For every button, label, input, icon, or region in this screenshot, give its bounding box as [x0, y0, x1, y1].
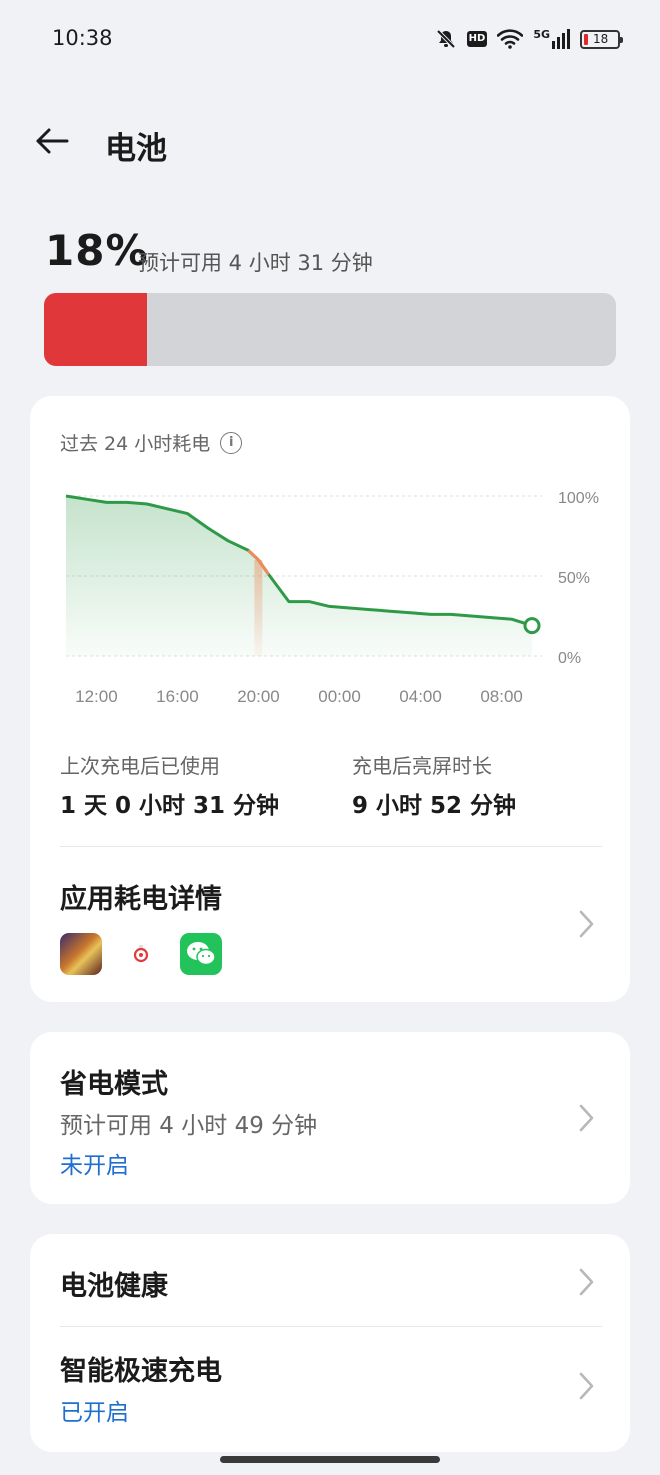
chevron-right-icon — [579, 1104, 594, 1132]
header: 电池 — [0, 105, 660, 175]
back-button[interactable] — [30, 119, 74, 163]
chevron-right-icon — [579, 910, 594, 938]
y-tick-label: 50% — [558, 570, 590, 587]
power-saving-status: 未开启 — [60, 1153, 129, 1179]
last-charge-label: 上次充电后已使用 — [60, 754, 220, 778]
status-icons: HD 5G 18 — [435, 24, 623, 54]
battery-level-fill — [44, 293, 147, 366]
usage-card: 过去 24 小时耗电 i 100% 50% 0% 12:00 16:00 20:00 00:… — [30, 396, 630, 1002]
status-time: 10:38 — [52, 26, 113, 50]
battery-percent: 18% — [45, 226, 149, 275]
x-tick-label: 12:00 — [75, 687, 118, 706]
y-tick-label: 0% — [558, 650, 581, 667]
battery-level-bar — [44, 293, 616, 366]
app-icon-list — [60, 933, 222, 975]
back-arrow-icon — [36, 128, 69, 154]
battery-health-title: 电池健康 — [60, 1271, 168, 1302]
game-app-icon — [60, 933, 102, 975]
power-saving-title: 省电模式 — [60, 1069, 168, 1100]
fast-charge-status: 已开启 — [60, 1400, 129, 1426]
screen-on-label: 充电后亮屏时长 — [352, 754, 492, 778]
power-saving-row[interactable]: 省电模式 预计可用 4 小时 49 分钟 未开启 — [30, 1032, 630, 1204]
battery-icon: 18 — [580, 29, 623, 49]
last-charge-value: 1 天 0 小时 31 分钟 — [60, 793, 280, 819]
chart-current-point — [523, 617, 541, 635]
wifi-icon — [497, 29, 524, 49]
page-title: 电池 — [105, 131, 167, 167]
app-usage-row[interactable]: 应用耗电详情 — [30, 847, 630, 997]
y-tick-label: 100% — [558, 490, 599, 507]
wechat-app-icon — [180, 933, 222, 975]
chart-highlight-band — [254, 560, 263, 656]
5g-signal-icon: 5G — [533, 29, 570, 49]
status-bar: 10:38 HD 5G 18 — [0, 0, 660, 80]
screen-on-value: 9 小时 52 分钟 — [352, 793, 517, 819]
hd-icon: HD — [466, 31, 488, 47]
battery-settings-card: 电池健康 智能极速充电 已开启 — [30, 1234, 630, 1452]
chart-title: 过去 24 小时耗电 i — [60, 429, 243, 456]
chevron-right-icon — [579, 1372, 594, 1400]
x-tick-label: 08:00 — [480, 687, 523, 706]
chevron-right-icon — [579, 1268, 594, 1296]
chart-title-text: 过去 24 小时耗电 — [60, 433, 211, 455]
power-saving-estimate: 预计可用 4 小时 49 分钟 — [60, 1113, 318, 1139]
app-usage-title: 应用耗电详情 — [60, 884, 222, 915]
info-icon[interactable]: i — [220, 431, 243, 454]
fast-charge-row[interactable]: 智能极速充电 已开启 — [30, 1327, 630, 1452]
x-tick-label: 16:00 — [156, 687, 199, 706]
home-indicator[interactable] — [220, 1456, 440, 1463]
x-tick-label: 00:00 — [318, 687, 361, 706]
battery-health-row[interactable]: 电池健康 — [30, 1234, 630, 1326]
mute-bell-icon — [435, 28, 457, 50]
music-app-icon — [120, 933, 162, 975]
x-tick-label: 04:00 — [399, 687, 442, 706]
x-tick-label: 20:00 — [237, 687, 280, 706]
battery-estimate: 预计可用 4 小时 31 分钟 — [138, 251, 373, 275]
usage-chart: 100% 50% 0% 12:00 16:00 20:00 00:00 04:00 08:00 — [65, 490, 599, 706]
fast-charge-title: 智能极速充电 — [60, 1356, 222, 1387]
